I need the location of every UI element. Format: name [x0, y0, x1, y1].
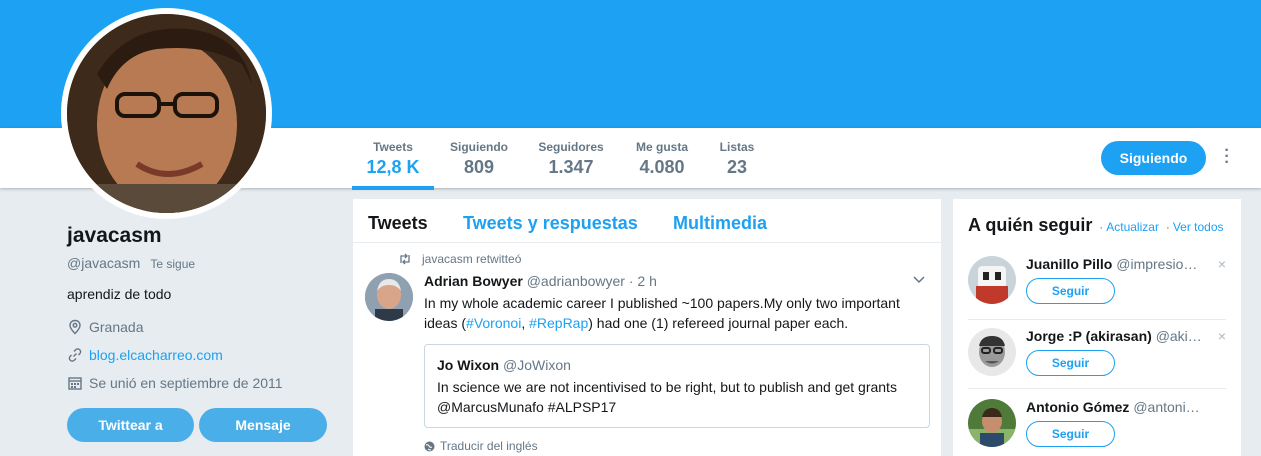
stat-value: 4.080 [639, 157, 685, 177]
refresh-link[interactable]: Actualizar [1106, 220, 1159, 234]
globe-icon [424, 441, 435, 451]
profile-handle-row: @javacasm Te sigue [67, 255, 195, 271]
suggestion-handle[interactable]: @aki… [1156, 328, 1202, 344]
retweet-context: javacasm retwitteó [398, 252, 521, 266]
quoted-author-handle: @JoWixon [503, 357, 571, 373]
divider [968, 319, 1226, 320]
quoted-tweet-text: In science we are not incentivised to be… [437, 379, 897, 415]
quoted-tweet-header: Jo Wixon @JoWixon [437, 357, 571, 373]
timeline-panel: Tweets Tweets y respuestas Multimedia ja… [353, 199, 941, 456]
retweet-label[interactable]: javacasm retwitteó [422, 252, 521, 266]
joined-text: Se unió en septiembre de 2011 [89, 375, 283, 391]
who-to-follow-panel: A quién seguir · Actualizar · Ver todos Ju… [953, 199, 1241, 456]
tweet-author-avatar[interactable] [365, 273, 413, 321]
suggestion-item: Antonio Gómez @antoni… Seguir [953, 393, 1241, 456]
chevron-down-icon[interactable] [913, 273, 925, 287]
tweet-header: Adrian Bowyer @adrianbowyer · 2 h [424, 273, 657, 289]
stat-tweets[interactable]: Tweets 12,8 K [352, 140, 434, 190]
stat-value: 809 [463, 157, 495, 177]
profile-avatar[interactable] [67, 14, 266, 213]
hashtag-link[interactable]: #Voronoi [466, 315, 521, 331]
separator: · [1099, 220, 1104, 234]
stat-label: Listas [719, 140, 755, 154]
profile-bio: aprendiz de todo [67, 286, 172, 302]
suggestion-name[interactable]: Antonio Gómez [1026, 399, 1129, 415]
stat-value: 1.347 [548, 157, 594, 177]
suggestion-name-row: Juanillo Pillo @impresio… [1026, 256, 1204, 272]
suggestion-handle[interactable]: @antoni… [1133, 399, 1199, 415]
stat-label: Seguidores [538, 140, 604, 154]
hashtag-link[interactable]: #RepRap [529, 315, 588, 331]
close-icon[interactable]: × [1218, 328, 1226, 344]
retweet-icon [400, 253, 410, 265]
stat-label: Tweets [373, 140, 413, 154]
quoted-author-name: Jo Wixon [437, 357, 500, 373]
suggestion-item: Jorge :P (akirasan) @aki… Seguir × [953, 322, 1241, 392]
website-link[interactable]: blog.elcacharreo.com [89, 347, 223, 363]
location-pin-icon [69, 319, 81, 335]
stat-value: 23 [726, 157, 748, 177]
tab-media[interactable]: Multimedia [673, 213, 767, 234]
stat-following[interactable]: Siguiendo 809 [447, 140, 511, 178]
profile-name[interactable]: javacasm [67, 224, 162, 248]
separator: · [1165, 220, 1170, 234]
follows-you-badge: Te sigue [150, 257, 196, 271]
translate-link[interactable]: Traducir del inglés [424, 439, 538, 453]
suggestion-name[interactable]: Juanillo Pillo [1026, 256, 1112, 272]
tab-tweets-and-replies[interactable]: Tweets y respuestas [463, 213, 638, 234]
divider [968, 388, 1226, 389]
quoted-tweet[interactable]: Jo Wixon @JoWixon In science we are not … [424, 344, 930, 428]
suggestion-avatar[interactable] [968, 256, 1016, 304]
following-button[interactable]: Siguiendo [1101, 141, 1206, 175]
location-text: Granada [89, 319, 144, 335]
link-icon [68, 348, 82, 362]
stat-label: Siguiendo [450, 140, 508, 154]
view-all-link[interactable]: Ver todos [1173, 220, 1224, 234]
suggestion-handle[interactable]: @impresio… [1116, 256, 1197, 272]
stat-followers[interactable]: Seguidores 1.347 [535, 140, 607, 178]
follow-button[interactable]: Seguir [1026, 350, 1115, 376]
profile-website: blog.elcacharreo.com [67, 347, 223, 363]
tweet-text: In my whole academic career I published … [424, 293, 924, 333]
tweet-text-part: ) had one (1) refereed journal paper eac… [588, 315, 849, 331]
suggestion-avatar[interactable] [968, 399, 1016, 447]
tweet-to-button[interactable]: Twittear a [67, 408, 194, 442]
suggestion-name[interactable]: Jorge :P (akirasan) [1026, 328, 1152, 344]
tweet-author-handle[interactable]: @adrianbowyer [527, 273, 625, 289]
follow-button[interactable]: Seguir [1026, 278, 1115, 304]
suggestion-name-row: Antonio Gómez @antoni… [1026, 399, 1204, 415]
follow-button[interactable]: Seguir [1026, 421, 1115, 447]
tweet-time[interactable]: · 2 h [629, 273, 657, 289]
translate-label[interactable]: Traducir del inglés [440, 439, 538, 453]
calendar-icon [68, 377, 82, 390]
timeline-tabs: Tweets Tweets y respuestas Multimedia [353, 199, 941, 243]
stat-lists[interactable]: Listas 23 [716, 140, 758, 178]
profile-location: Granada [67, 319, 143, 335]
who-to-follow-title: A quién seguir [968, 215, 1093, 235]
profile-handle[interactable]: @javacasm [67, 255, 140, 271]
suggestion-name-row: Jorge :P (akirasan) @aki… [1026, 328, 1204, 344]
message-button[interactable]: Mensaje [199, 408, 327, 442]
stat-value: 12,8 K [366, 157, 420, 177]
more-vertical-icon[interactable]: · · · [1220, 143, 1234, 171]
close-icon[interactable]: × [1218, 256, 1226, 272]
tweet-text-part: , [521, 315, 530, 331]
tab-tweets[interactable]: Tweets [368, 213, 428, 234]
suggestion-avatar[interactable] [968, 328, 1016, 376]
stat-label: Me gusta [635, 140, 688, 154]
stat-likes[interactable]: Me gusta 4.080 [632, 140, 692, 178]
who-to-follow-header: A quién seguir · Actualizar · Ver todos [968, 215, 1224, 236]
tweet-author-name[interactable]: Adrian Bowyer [424, 273, 523, 289]
suggestion-item: Juanillo Pillo @impresio… Seguir × [953, 250, 1241, 320]
profile-joined: Se unió en septiembre de 2011 [67, 375, 283, 391]
